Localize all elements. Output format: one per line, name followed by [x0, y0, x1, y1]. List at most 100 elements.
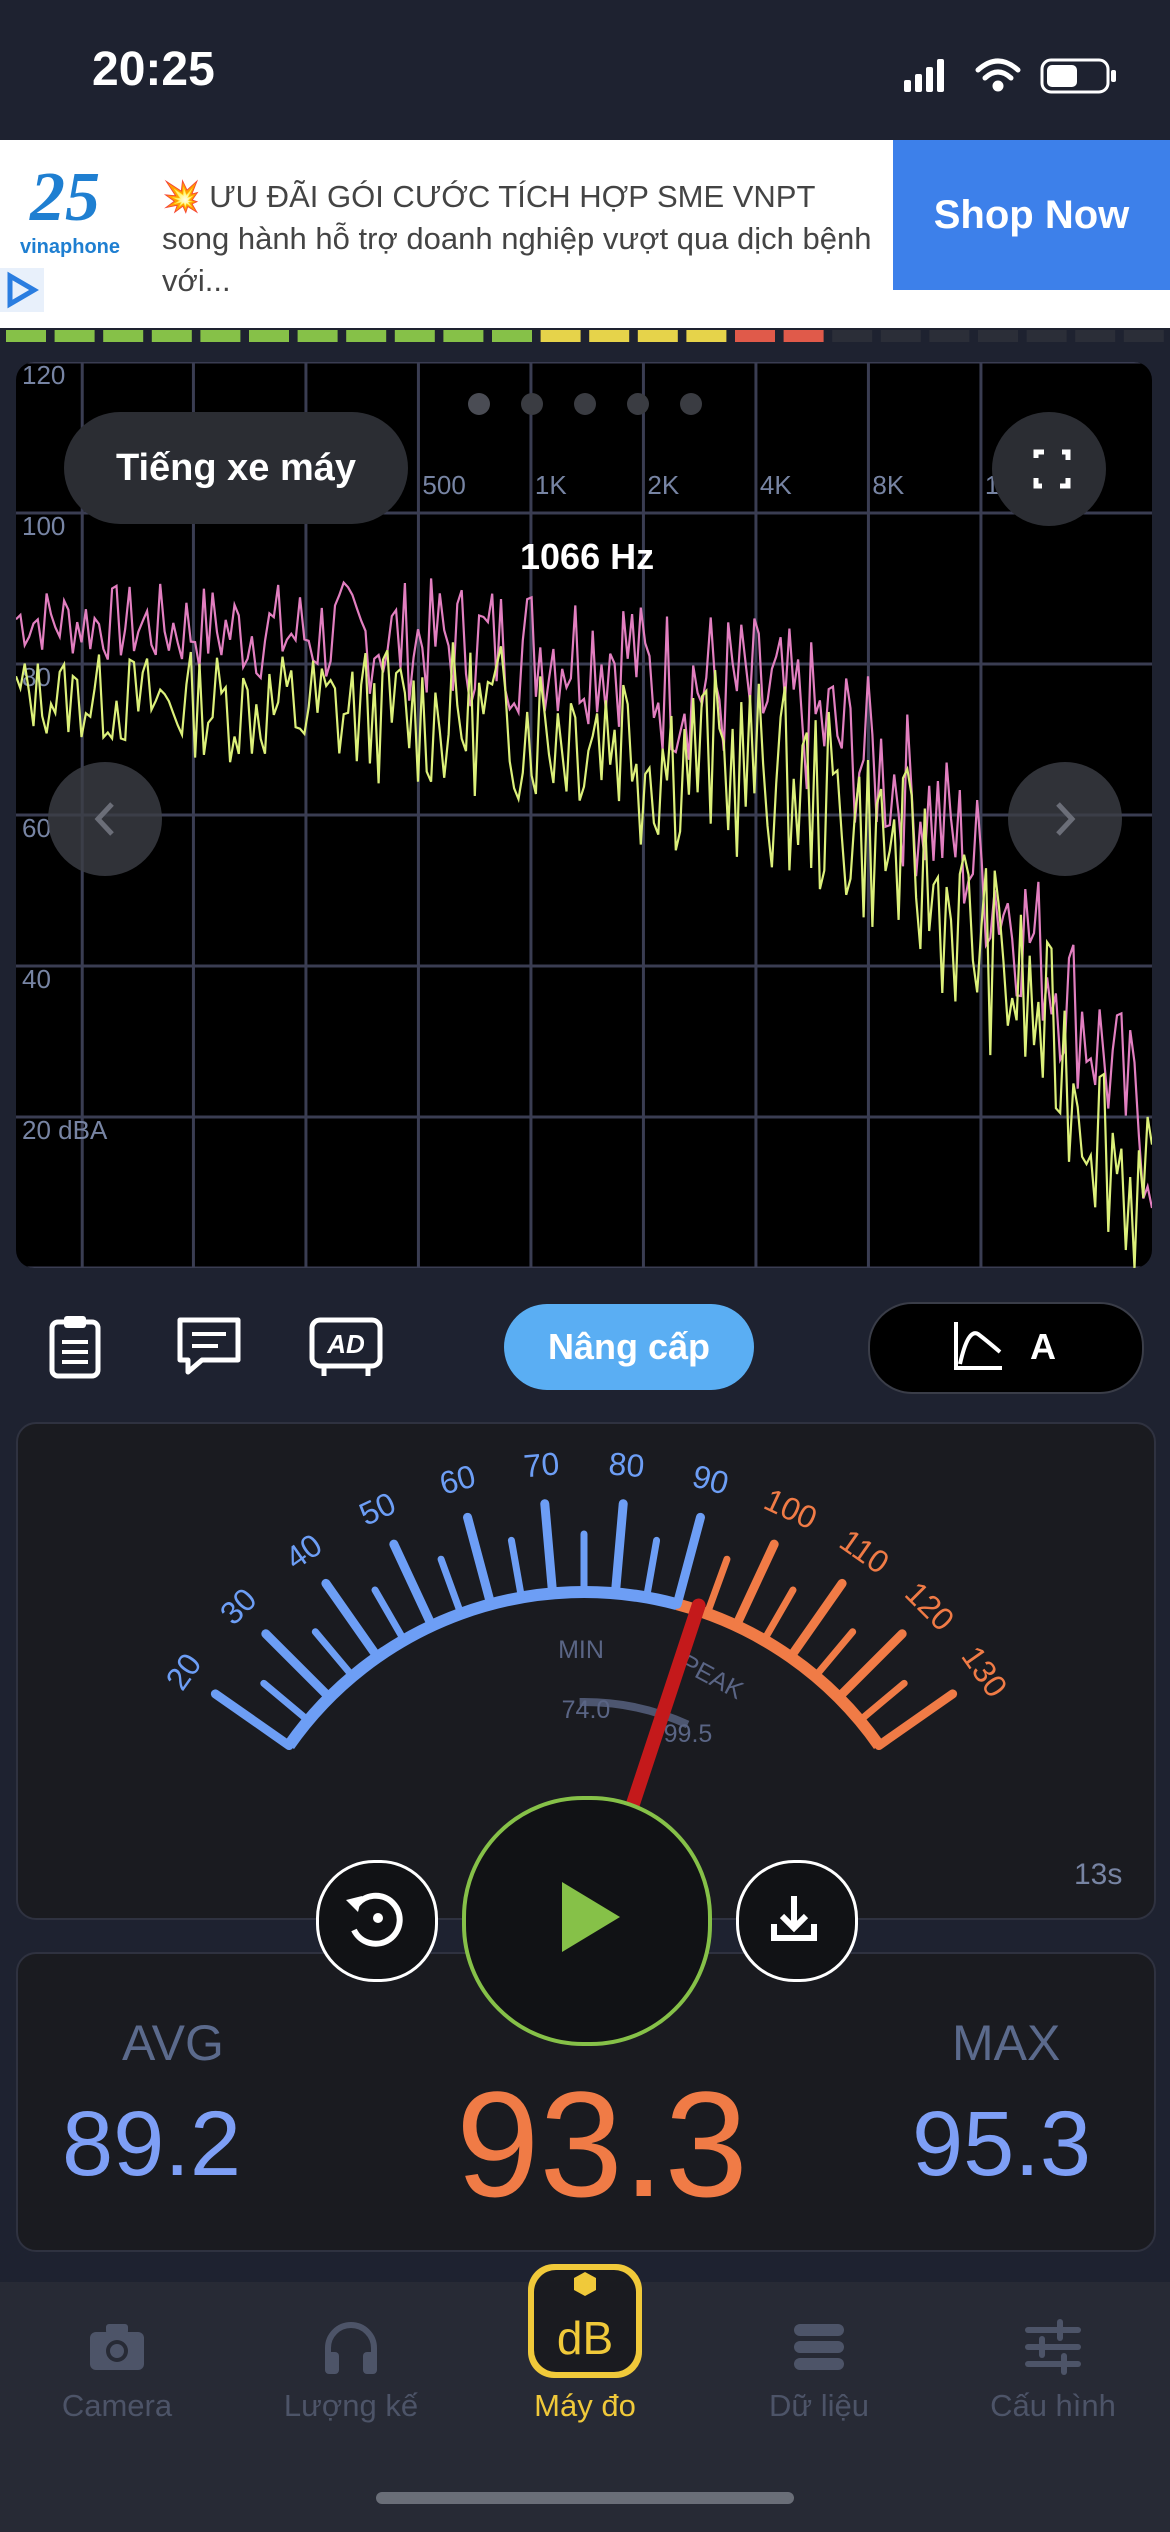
gauge-tick: [643, 1536, 661, 1601]
y-tick-label: 60: [22, 813, 51, 843]
clipboard-icon[interactable]: [38, 1310, 112, 1384]
gauge-tick: [703, 1555, 731, 1618]
level-segment: [637, 330, 678, 342]
weighting-selector[interactable]: [868, 1302, 1144, 1394]
battery-icon: [1040, 58, 1116, 94]
gauge-tick: [463, 1512, 496, 1609]
gauge-scale-label: 60: [436, 1458, 480, 1502]
gauge-scale-label: 80: [607, 1445, 646, 1484]
x-tick-label: 1K: [535, 470, 567, 500]
level-segment: [6, 330, 46, 342]
prev-page-button[interactable]: [48, 762, 162, 876]
gauge-tick: [760, 1586, 797, 1644]
db-meter-icon[interactable]: dB: [528, 2264, 642, 2378]
gauge-scale-label: 30: [213, 1581, 264, 1632]
gauge-tick: [610, 1499, 628, 1598]
level-segment: [200, 330, 241, 342]
level-segment: [589, 330, 630, 342]
elapsed-timer: 13s: [1074, 1858, 1123, 1891]
gauge-tick: [507, 1536, 525, 1601]
page-dot[interactable]: [468, 393, 490, 415]
download-button[interactable]: [736, 1860, 858, 1982]
x-tick-label: 2K: [647, 470, 679, 500]
avg-value: 89.2: [62, 2093, 242, 2195]
ad-logo: 25 vinaphone: [20, 159, 121, 258]
gauge-tick: [834, 1629, 907, 1702]
gauge-tick: [856, 1679, 908, 1725]
preset-chip[interactable]: Tiếng xe máy: [64, 412, 408, 524]
level-segment: [1026, 330, 1067, 342]
expand-icon: [1033, 449, 1071, 489]
status-icons: [904, 58, 1116, 94]
page-dot[interactable]: [680, 393, 702, 415]
page-dot[interactable]: [574, 393, 596, 415]
level-segment: [686, 330, 727, 342]
level-segment: [151, 330, 192, 342]
level-segment: [783, 330, 824, 342]
tab-camera[interactable]: Camera: [0, 2388, 234, 2424]
level-segment: [880, 330, 921, 342]
tab-du-lieu[interactable]: Dữ liệu: [702, 2388, 936, 2424]
level-segment: [492, 330, 532, 342]
adchoices-icon[interactable]: [0, 268, 44, 312]
gauge-tick: [311, 1628, 357, 1680]
level-segment: [929, 330, 970, 342]
y-tick-label: 20 dBA: [22, 1115, 108, 1145]
ad-shop-now-button[interactable]: Shop Now: [893, 140, 1170, 290]
reset-button[interactable]: [316, 1860, 438, 1982]
level-segment: [103, 330, 144, 342]
level-segment: [249, 330, 289, 342]
x-tick-label: 500: [422, 470, 465, 500]
level-segment: [394, 330, 435, 342]
gauge-tick: [874, 1689, 958, 1751]
gauge-tick: [260, 1679, 312, 1725]
tab-cau-hinh[interactable]: Cấu hình: [936, 2388, 1170, 2424]
tab-luong-ke[interactable]: Lượng kế: [234, 2388, 468, 2424]
play-button[interactable]: [462, 1796, 712, 2046]
page-dot[interactable]: [521, 393, 543, 415]
weighting-label: A: [1030, 1326, 1056, 1367]
gauge-tick: [210, 1689, 294, 1751]
level-meter: [0, 328, 1170, 344]
gauge-scale-label: 110: [833, 1522, 895, 1581]
weighting-curve-icon: [954, 1322, 1002, 1370]
gauge-tick: [437, 1555, 465, 1618]
camera-icon[interactable]: [82, 2312, 152, 2382]
gauge-tick: [261, 1629, 334, 1702]
level-segment: [1075, 330, 1116, 342]
level-segment: [346, 330, 387, 342]
gauge-scale-label: 20: [158, 1647, 208, 1697]
max-value: 95.3: [912, 2093, 1092, 2195]
sliders-icon[interactable]: [1018, 2312, 1088, 2382]
ad-remove-icon[interactable]: AD: [306, 1310, 386, 1384]
tab-may-do[interactable]: Máy đo: [468, 2388, 702, 2424]
gauge-tick: [785, 1578, 847, 1662]
gauge-tick: [371, 1586, 408, 1644]
headphones-icon[interactable]: [316, 2312, 386, 2382]
svg-text:AD: AD: [326, 1329, 365, 1359]
fullscreen-button[interactable]: [992, 412, 1106, 526]
play-icon: [562, 1882, 620, 1952]
peak-frequency-label: 1066 Hz: [520, 536, 655, 577]
level-segment: [978, 330, 1018, 342]
signal-icon: [904, 59, 944, 92]
level-segment: [297, 330, 338, 342]
x-tick-label: 8K: [872, 470, 904, 500]
gauge-tick: [731, 1539, 779, 1631]
min-label: MIN: [558, 1636, 604, 1664]
reset-icon: [346, 1892, 403, 1947]
gauge-tick: [321, 1578, 383, 1662]
gauge-scale-label: 90: [689, 1458, 733, 1502]
gauge-scale-label: 50: [354, 1485, 401, 1533]
page-dot[interactable]: [627, 393, 649, 415]
next-page-button[interactable]: [1008, 762, 1122, 876]
database-icon[interactable]: [784, 2312, 854, 2382]
upgrade-button[interactable]: Nâng cấp: [504, 1304, 754, 1390]
gauge-scale-label: 40: [279, 1526, 329, 1576]
svg-text:dB: dB: [557, 2312, 613, 2364]
gauge-tick: [672, 1512, 705, 1609]
ad-text: 💥 ƯU ĐÃI GÓI CƯỚC TÍCH HỢP SME VNPT song…: [162, 179, 872, 298]
level-segment: [443, 330, 484, 342]
home-indicator: [376, 2492, 794, 2504]
comment-icon[interactable]: [172, 1310, 246, 1384]
